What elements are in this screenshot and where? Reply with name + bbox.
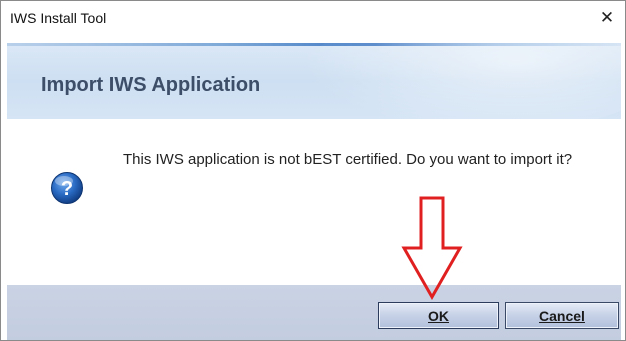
dialog-heading: Import IWS Application (41, 74, 261, 96)
down-arrow-icon (401, 196, 463, 300)
cancel-button[interactable]: Cancel (505, 302, 619, 329)
close-button[interactable]: ✕ (589, 1, 625, 34)
svg-text:?: ? (61, 178, 73, 200)
dialog-body: ? This IWS application is not bEST certi… (7, 119, 621, 285)
dialog-message: This IWS application is not bEST certifi… (123, 151, 573, 168)
dialog-header-banner: Import IWS Application (7, 43, 621, 119)
dialog-window: IWS Install Tool ✕ Import IWS Applicatio… (0, 0, 626, 341)
title-bar[interactable]: IWS Install Tool ✕ (1, 1, 625, 34)
question-icon: ? (51, 172, 83, 204)
ok-button[interactable]: OK (378, 302, 499, 329)
close-icon: ✕ (599, 7, 615, 27)
dialog-button-bar: OK Cancel (7, 285, 621, 340)
window-title: IWS Install Tool (10, 10, 107, 26)
banner-swoosh-decoration (301, 43, 621, 119)
